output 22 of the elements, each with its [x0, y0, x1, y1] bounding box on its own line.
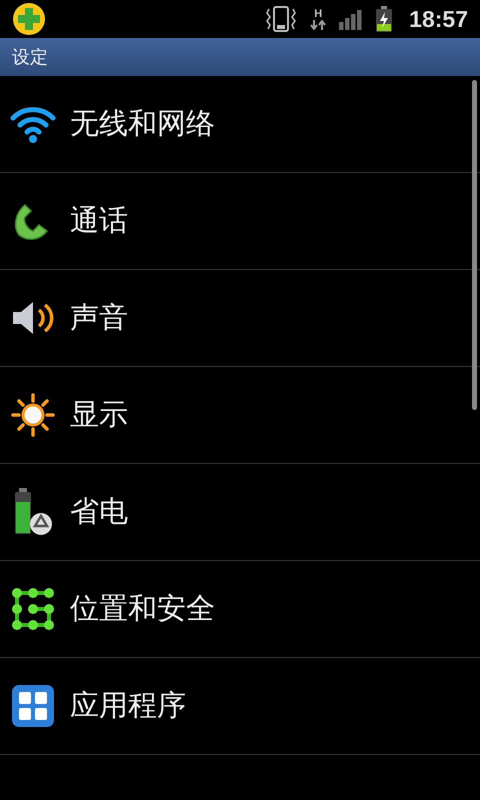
- settings-label: 位置和安全: [70, 590, 215, 628]
- settings-label: 省电: [70, 493, 128, 530]
- signal-icon: [339, 8, 364, 30]
- data-arrows-icon: [309, 20, 328, 30]
- settings-label: 显示: [70, 396, 128, 434]
- battery-charging-icon: [375, 6, 394, 32]
- settings-label: 无线和网络: [70, 105, 215, 142]
- plus-logo-icon: [12, 2, 46, 36]
- settings-item[interactable]: 应用程序: [0, 658, 480, 755]
- network-type: H: [314, 8, 322, 20]
- vibrate-icon: [265, 5, 298, 33]
- settings-label: 声音: [70, 299, 128, 336]
- title-text: 设定: [12, 46, 48, 70]
- wifi-icon: [10, 104, 56, 144]
- clock-time: 18:57: [409, 4, 468, 34]
- settings-item[interactable]: 位置和安全: [0, 561, 480, 658]
- sun-icon: [11, 393, 55, 437]
- settings-label: 通话: [70, 202, 128, 240]
- settings-label: 应用程序: [70, 687, 186, 724]
- app-grid-icon: [11, 684, 55, 728]
- grid-pattern-icon: [11, 587, 55, 631]
- settings-item[interactable]: 省电: [0, 464, 480, 561]
